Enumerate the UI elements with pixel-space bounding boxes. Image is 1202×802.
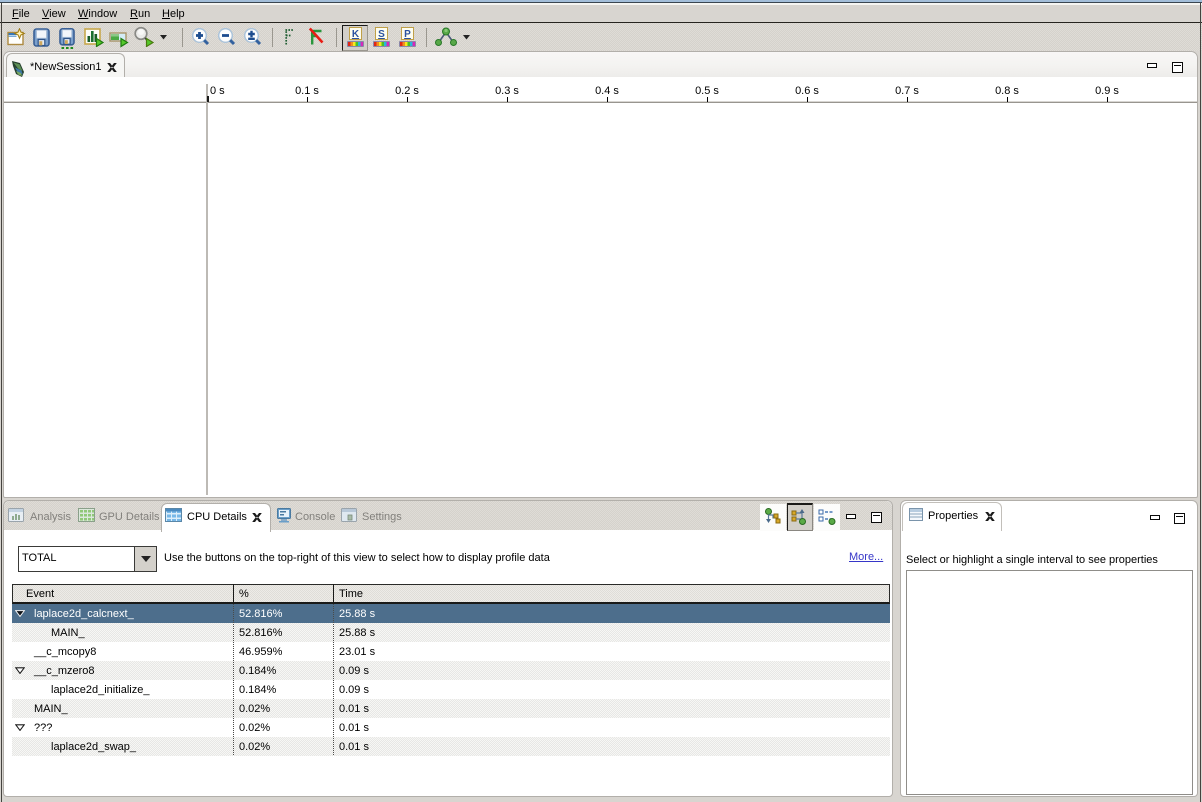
svg-text:P: P xyxy=(404,29,411,40)
svg-text:S: S xyxy=(378,29,385,40)
svg-text:K: K xyxy=(352,29,360,40)
